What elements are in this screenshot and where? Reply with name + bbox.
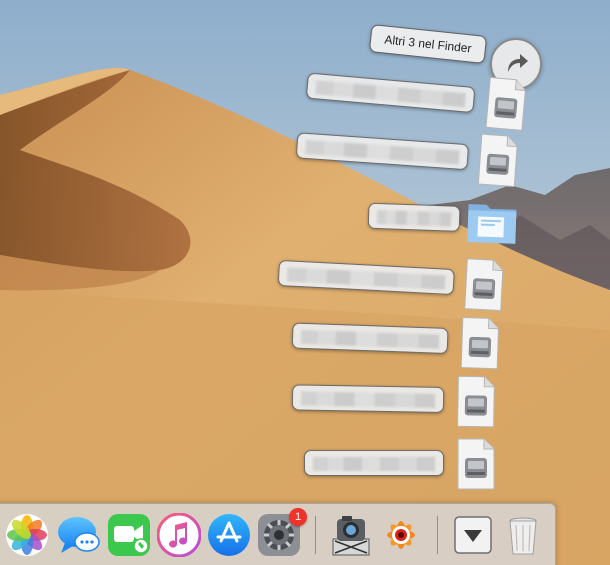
app-store-icon (208, 514, 250, 556)
file-name-label (305, 72, 476, 114)
file-name-label (277, 259, 455, 296)
curved-arrow-icon (508, 54, 528, 72)
xnview-icon (387, 521, 415, 549)
facetime-icon (108, 514, 150, 556)
show-more-in-finder-label: Altri 3 nel Finder (383, 32, 473, 56)
disk-image-icon (457, 438, 495, 490)
dock-separator (437, 516, 438, 554)
folder-name-label (367, 202, 461, 232)
file-name-label (304, 450, 444, 476)
disk-image-icon (457, 375, 495, 428)
dock-app-xnview[interactable] (379, 513, 423, 557)
photos-icon (6, 514, 48, 556)
dock-app-messages[interactable] (57, 513, 101, 557)
file-name-label (291, 384, 445, 413)
disk-image-icon (460, 316, 500, 370)
disk-image-icon (485, 76, 526, 131)
list-item[interactable] (289, 310, 507, 370)
dock: 1 (0, 503, 556, 565)
dock-stack-button[interactable] (451, 513, 495, 557)
list-item[interactable] (290, 372, 503, 428)
file-name-label (295, 132, 470, 171)
list-item[interactable] (359, 190, 523, 248)
desktop: Altri 3 nel Finder 1 (0, 0, 610, 565)
dock-separator (315, 516, 316, 554)
dock-app-facetime[interactable] (107, 513, 151, 557)
messages-icon (58, 517, 100, 553)
list-item[interactable] (302, 438, 498, 490)
dock-app-app-store[interactable] (207, 513, 251, 557)
dock-app-itunes[interactable] (156, 512, 202, 558)
trash-icon (509, 517, 537, 555)
folder-icon (467, 204, 517, 244)
dock-app-image-capture[interactable] (329, 513, 373, 557)
file-name-label (291, 322, 449, 354)
itunes-icon (156, 512, 202, 558)
stack-arrow-icon (454, 516, 492, 554)
image-capture-icon (332, 516, 370, 556)
dock-app-photos[interactable] (5, 513, 49, 557)
disk-image-icon (477, 133, 518, 188)
disk-image-icon (464, 258, 504, 312)
notification-badge: 1 (289, 508, 307, 526)
dock-app-trash[interactable] (501, 513, 545, 557)
dock-app-system-preferences[interactable]: 1 (257, 508, 307, 557)
